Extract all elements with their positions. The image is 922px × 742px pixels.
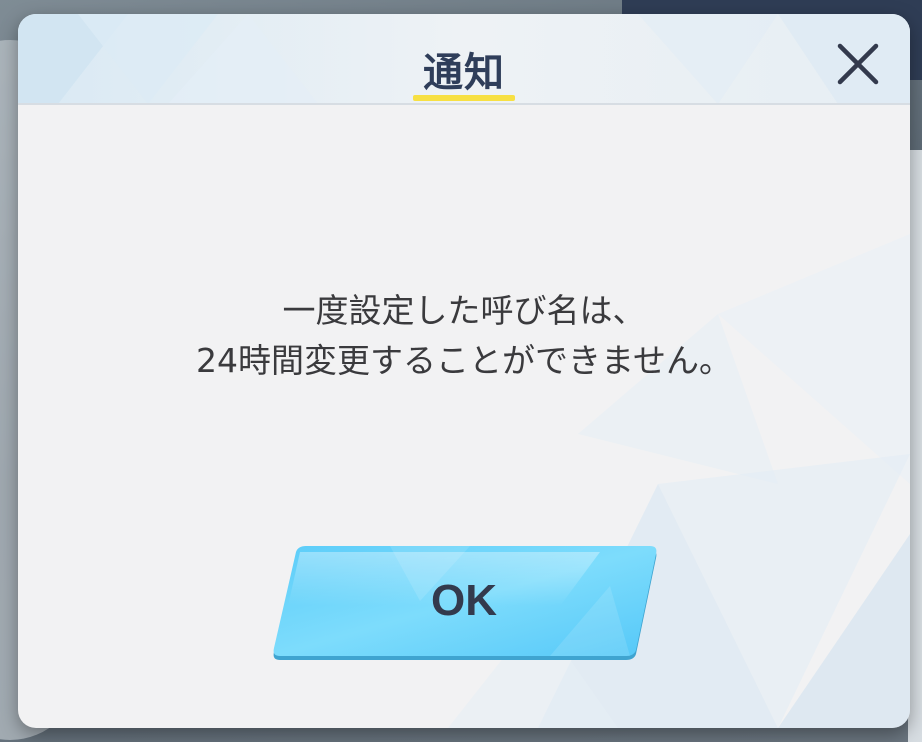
ok-button-label: OK bbox=[431, 576, 497, 625]
dialog-header: 通知 bbox=[18, 14, 910, 104]
dialog-title: 通知 bbox=[423, 50, 505, 96]
background-strip bbox=[908, 150, 922, 742]
close-icon bbox=[837, 43, 879, 85]
message-line-1: 一度設定した呼び名は、 bbox=[282, 291, 646, 330]
ok-button[interactable]: OK bbox=[270, 546, 658, 660]
close-button[interactable] bbox=[832, 38, 884, 90]
dialog-message: 一度設定した呼び名は、 24時間変更することができません。 bbox=[18, 286, 910, 386]
notification-dialog: 通知 一度設定した呼び名は、 24時間変更することができません。 OK bbox=[18, 14, 910, 728]
message-line-2: 24時間変更することができません。 bbox=[195, 341, 732, 380]
header-divider bbox=[18, 103, 910, 105]
title-underline bbox=[413, 95, 515, 101]
